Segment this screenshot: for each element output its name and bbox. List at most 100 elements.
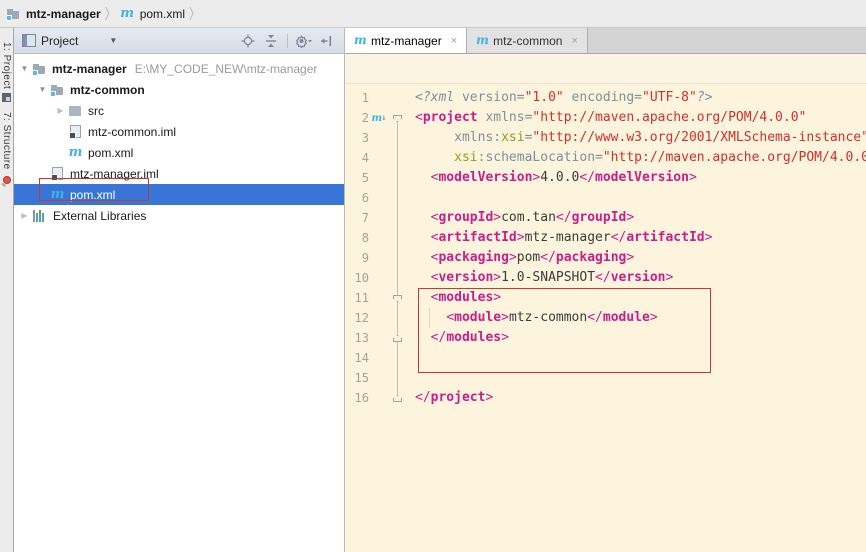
tree-row-pom.xml[interactable]: m pom.xml [14, 184, 344, 205]
project-panel-header: Project ▼ [14, 28, 344, 54]
editor-area: mmtz-manager×mmtz-common× 1<?xml version… [345, 28, 866, 552]
tree-item-label: pom.xml [70, 188, 115, 202]
maven-download-icon: m↓ [369, 108, 389, 128]
settings-gear-icon[interactable] [295, 32, 313, 50]
gutter: 15 [345, 368, 405, 388]
line-number: 14 [345, 348, 369, 368]
gutter: 9 [345, 248, 405, 268]
code-line-11[interactable]: 11 <modules> [345, 288, 866, 308]
code-line-6[interactable]: 6 [345, 188, 866, 208]
locate-icon[interactable] [239, 32, 257, 50]
code-text: <modules> [405, 288, 501, 308]
breadcrumb-item-pom.xml[interactable]: mpom.xml [120, 6, 185, 21]
code-text: xsi:schemaLocation="http://maven.apache.… [405, 148, 866, 168]
line-number: 10 [345, 268, 369, 288]
collapse-all-icon[interactable] [262, 32, 280, 50]
gutter-icon-slot [369, 208, 389, 228]
line-number: 11 [345, 288, 369, 308]
line-number: 15 [345, 368, 369, 388]
fold-connector-line [397, 118, 398, 398]
module-folder-icon [50, 83, 65, 97]
code-line-8[interactable]: 8 <artifactId>mtz-manager</artifactId> [345, 228, 866, 248]
code-line-2[interactable]: 2m↓<project xmlns="http://maven.apache.o… [345, 108, 866, 128]
external-libraries-icon [32, 209, 48, 222]
close-tab-icon[interactable]: × [571, 35, 577, 47]
code-editor[interactable]: 1<?xml version="1.0" encoding="UTF-8"?>2… [345, 84, 866, 552]
line-number: 3 [345, 128, 369, 148]
gutter: 14 [345, 348, 405, 368]
code-line-9[interactable]: 9 <packaging>pom</packaging> [345, 248, 866, 268]
maven-icon: m [50, 187, 65, 202]
project-tool-icon [2, 93, 11, 102]
chevron-right-icon: 〉 [189, 3, 200, 24]
iml-file-icon [70, 125, 81, 138]
code-text: <?xml version="1.0" encoding="UTF-8"?> [405, 88, 712, 108]
gutter: 6 [345, 188, 405, 208]
gutter: 4 [345, 148, 405, 168]
code-text: </modules> [405, 328, 509, 348]
code-text: <version>1.0-SNAPSHOT</version> [405, 268, 673, 288]
collapse-arrow-icon[interactable]: ▶ [53, 106, 68, 115]
code-line-3[interactable]: 3 xmlns:xsi="http://www.w3.org/2001/XMLS… [345, 128, 866, 148]
gutter-icon-slot [369, 348, 389, 368]
tree-item-label: src [88, 104, 104, 118]
project-panel-title[interactable]: Project [41, 34, 78, 48]
gutter-icon-slot [369, 168, 389, 188]
tree-row-mtz-common.iml[interactable]: mtz-common.iml [14, 121, 344, 142]
code-line-15[interactable]: 15 [345, 368, 866, 388]
code-line-5[interactable]: 5 <modelVersion>4.0.0</modelVersion> [345, 168, 866, 188]
tool-button-project[interactable]: 1: Project [1, 42, 12, 102]
collapse-arrow-icon[interactable]: ▶ [17, 211, 32, 220]
breadcrumb-bar: mtz-manager〉mpom.xml〉 [0, 0, 866, 28]
code-text: </project> [405, 388, 493, 408]
code-line-7[interactable]: 7 <groupId>com.tan</groupId> [345, 208, 866, 228]
tree-item-path: E:\MY_CODE_NEW\mtz-manager [135, 62, 318, 76]
code-line-16[interactable]: 16</project> [345, 388, 866, 408]
code-line-4[interactable]: 4 xsi:schemaLocation="http://maven.apach… [345, 148, 866, 168]
line-number: 7 [345, 208, 369, 228]
breadcrumb-label: pom.xml [140, 7, 185, 21]
gutter-icon-slot [369, 188, 389, 208]
gutter: 8 [345, 228, 405, 248]
tree-row-src[interactable]: ▶ src [14, 100, 344, 121]
gutter-icon-slot [369, 308, 389, 328]
iml-file-icon [52, 167, 63, 180]
tree-item-label: External Libraries [53, 209, 146, 223]
breadcrumb-label: mtz-manager [26, 7, 101, 21]
gutter: 5 [345, 168, 405, 188]
tab-label: mtz-manager [371, 34, 442, 48]
expand-arrow-icon[interactable]: ▼ [17, 64, 32, 73]
gutter-icon-slot [369, 388, 389, 408]
editor-tab-mtz-manager[interactable]: mmtz-manager× [345, 28, 467, 53]
editor-tab-mtz-common[interactable]: mmtz-common× [467, 28, 588, 53]
close-tab-icon[interactable]: × [451, 35, 457, 47]
tool-button-structure[interactable]: 7: Structure [1, 112, 12, 185]
code-text: <modelVersion>4.0.0</modelVersion> [405, 168, 697, 188]
line-number: 8 [345, 228, 369, 248]
chevron-down-icon[interactable]: ▼ [109, 36, 117, 45]
tree-row-mtz-manager[interactable]: ▼mtz-managerE:\MY_CODE_NEW\mtz-manager [14, 58, 344, 79]
code-line-1[interactable]: 1<?xml version="1.0" encoding="UTF-8"?> [345, 88, 866, 108]
tree-item-label: mtz-common.iml [88, 125, 176, 139]
code-line-13[interactable]: 13 </modules> [345, 328, 866, 348]
gutter: 3 [345, 128, 405, 148]
expand-arrow-icon[interactable]: ▼ [35, 85, 50, 94]
tree-row-mtz-common[interactable]: ▼mtz-common [14, 79, 344, 100]
code-text [405, 188, 415, 208]
gutter-icon-slot [369, 288, 389, 308]
tree-row-mtz-manager.iml[interactable]: mtz-manager.iml [14, 163, 344, 184]
code-line-12[interactable]: 12 <module>mtz-common</module> [345, 308, 866, 328]
code-text [405, 368, 415, 388]
maven-download-icon: m↓ [371, 112, 386, 124]
breadcrumb: mtz-manager〉mpom.xml〉 [6, 6, 204, 22]
tree-row-pom.xml[interactable]: mpom.xml [14, 142, 344, 163]
code-line-14[interactable]: 14 [345, 348, 866, 368]
folder-icon [68, 104, 83, 118]
hide-panel-icon[interactable] [318, 32, 336, 50]
editor-tab-bar: mmtz-manager×mmtz-common× [345, 28, 866, 54]
tree-item-label: pom.xml [88, 146, 133, 160]
code-line-10[interactable]: 10 <version>1.0-SNAPSHOT</version> [345, 268, 866, 288]
breadcrumb-item-mtz-manager[interactable]: mtz-manager [6, 7, 101, 21]
tree-row-External Libraries[interactable]: ▶ External Libraries [14, 205, 344, 226]
gutter-icon-slot [369, 328, 389, 348]
